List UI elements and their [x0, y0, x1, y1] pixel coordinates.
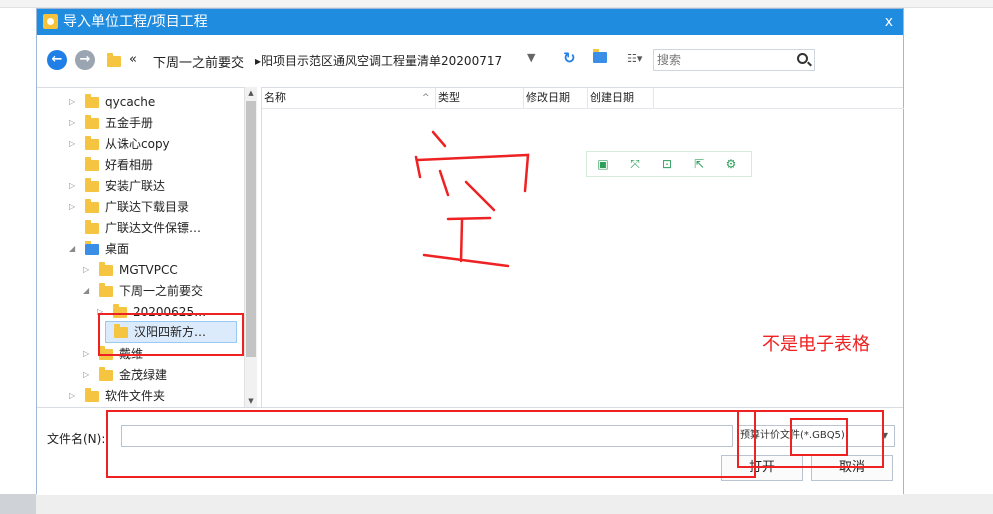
gear-icon[interactable]: ⚙: [723, 156, 739, 172]
tree-item-label: 安装广联达: [105, 179, 166, 193]
column-type[interactable]: 类型: [436, 88, 524, 108]
tree-item-software[interactable]: ▷ 软件文件夹: [69, 386, 239, 406]
folder-icon: [85, 220, 99, 234]
folder-icon: [85, 388, 99, 402]
header-divider: [262, 108, 904, 109]
file-list: 名称 ^ 类型 修改日期 创建日期 ▣ ⤧ ⊡ ⇱ ⚙: [261, 87, 904, 407]
forward-button[interactable]: →: [75, 50, 95, 70]
column-name[interactable]: 名称: [262, 88, 436, 108]
folder-tree: ▷ qycache ▷ 五金手册 ▷ 从诛心copy 好看相册 ▷ 安装广联达 …: [37, 87, 256, 407]
sort-arrow-icon: ^: [422, 93, 430, 103]
folder-icon: [85, 94, 99, 108]
tree-item-label: 金茂绿建: [119, 368, 168, 382]
expand-arrow-icon[interactable]: ▷: [83, 344, 89, 364]
share-icon[interactable]: ⇱: [691, 156, 707, 172]
tree-item-label: 从诛心copy: [105, 137, 170, 151]
folder-icon: [107, 53, 121, 67]
desktop-folder-icon: [85, 241, 99, 255]
view-options-icon[interactable]: ☷▾: [627, 52, 642, 65]
expand-arrow-icon[interactable]: ◢: [83, 281, 89, 301]
tree-item-qycache[interactable]: ▷ qycache: [69, 92, 239, 112]
folder-icon: [99, 262, 113, 276]
back-button[interactable]: ←: [47, 50, 67, 70]
background-status-strip: [0, 494, 993, 514]
search-box[interactable]: [653, 49, 815, 71]
tree-item-label: 好看相册: [105, 158, 154, 172]
tree-item-label: 桌面: [105, 242, 130, 256]
search-input[interactable]: [657, 52, 787, 68]
floating-toolbar: ▣ ⤧ ⊡ ⇱ ⚙: [586, 151, 752, 177]
expand-arrow-icon[interactable]: ▷: [69, 386, 75, 406]
tree-item-congzhuxin[interactable]: ▷ 从诛心copy: [69, 134, 239, 154]
close-icon[interactable]: x: [885, 13, 893, 31]
folder-icon: [99, 283, 113, 297]
address-bar[interactable]: « 下周一之前要交 ▸阳项目示范区通风空调工程量清单20200717 ▼: [103, 49, 553, 72]
tree-item-label: MGTVPCC: [119, 263, 178, 277]
phone-icon[interactable]: ▣: [595, 156, 611, 172]
expand-arrow-icon[interactable]: ▷: [83, 365, 89, 385]
title-bar: 导入单位工程/项目工程 x: [37, 9, 903, 35]
navigation-bar: ← → « 下周一之前要交 ▸阳项目示范区通风空调工程量清单20200717 ▼…: [37, 35, 903, 87]
folder-icon: [85, 157, 99, 171]
column-created[interactable]: 创建日期: [588, 88, 654, 108]
annotation-box-filename: [106, 410, 756, 478]
annotation-box-folder: [98, 313, 244, 356]
folder-icon: [85, 199, 99, 213]
breadcrumb-parent[interactable]: 下周一之前要交: [153, 52, 244, 71]
tree-item-wujin[interactable]: ▷ 五金手册: [69, 113, 239, 133]
expand-arrow-icon[interactable]: ▷: [69, 92, 75, 112]
expand-arrow-icon[interactable]: ▷: [69, 176, 75, 196]
expand-arrow-icon[interactable]: ◢: [69, 239, 75, 259]
folder-icon: [85, 178, 99, 192]
tree-item-xiazhouyi[interactable]: ◢ 下周一之前要交: [83, 281, 239, 301]
tree-item-label: 五金手册: [105, 116, 154, 130]
folder-icon: [85, 136, 99, 150]
tree-item-label: 广联达下载目录: [105, 200, 190, 214]
tree-item-label: 下周一之前要交: [119, 284, 204, 298]
tree-item-jinmao[interactable]: ▷ 金茂绿建: [83, 365, 239, 385]
tree-item-baobiao[interactable]: 广联达文件保镖…: [69, 218, 239, 238]
folder-icon: [99, 367, 113, 381]
scroll-up-icon[interactable]: ▲: [246, 87, 256, 99]
tree-item-mgtvpcc[interactable]: ▷ MGTVPCC: [83, 260, 239, 280]
search-icon[interactable]: [797, 53, 808, 64]
scroll-down-icon[interactable]: ▼: [246, 395, 256, 407]
folder-icon: [85, 115, 99, 129]
expand-arrow-icon[interactable]: ▷: [83, 260, 89, 280]
app-icon: [43, 14, 58, 29]
annotation-box-extension: [790, 418, 848, 456]
save-icon[interactable]: ⊡: [659, 156, 675, 172]
tree-item-label: 广联达文件保镖…: [105, 221, 202, 235]
tree-item-haokan[interactable]: 好看相册: [69, 155, 239, 175]
expand-arrow-icon[interactable]: ▷: [69, 113, 75, 133]
refresh-icon[interactable]: ↻: [563, 49, 576, 67]
filename-label: 文件名(N):: [47, 432, 106, 446]
overflow-chevron[interactable]: «: [129, 52, 137, 67]
tree-item-label: qycache: [105, 95, 156, 109]
expand-icon[interactable]: ⤧: [627, 156, 643, 172]
background-app-strip: [0, 0, 993, 8]
tree-item-download[interactable]: ▷ 广联达下载目录: [69, 197, 239, 217]
background-strip-dark: [0, 494, 36, 514]
tree-item-label: 软件文件夹: [105, 389, 166, 403]
dialog-title: 导入单位工程/项目工程: [63, 14, 208, 30]
breadcrumb-current[interactable]: ▸阳项目示范区通风空调工程量清单20200717: [255, 52, 502, 69]
expand-arrow-icon[interactable]: ▷: [69, 197, 75, 217]
tree-item-anzhuang[interactable]: ▷ 安装广联达: [69, 176, 239, 196]
column-modified[interactable]: 修改日期: [524, 88, 588, 108]
tree-scrollbar[interactable]: ▲ ▼: [244, 87, 257, 407]
annotation-note: 不是电子表格: [762, 334, 870, 355]
tree-item-desktop[interactable]: ◢ 桌面: [69, 239, 239, 259]
expand-arrow-icon[interactable]: ▷: [69, 134, 75, 154]
chevron-down-icon[interactable]: ▼: [527, 51, 535, 64]
scroll-thumb[interactable]: [246, 101, 256, 357]
